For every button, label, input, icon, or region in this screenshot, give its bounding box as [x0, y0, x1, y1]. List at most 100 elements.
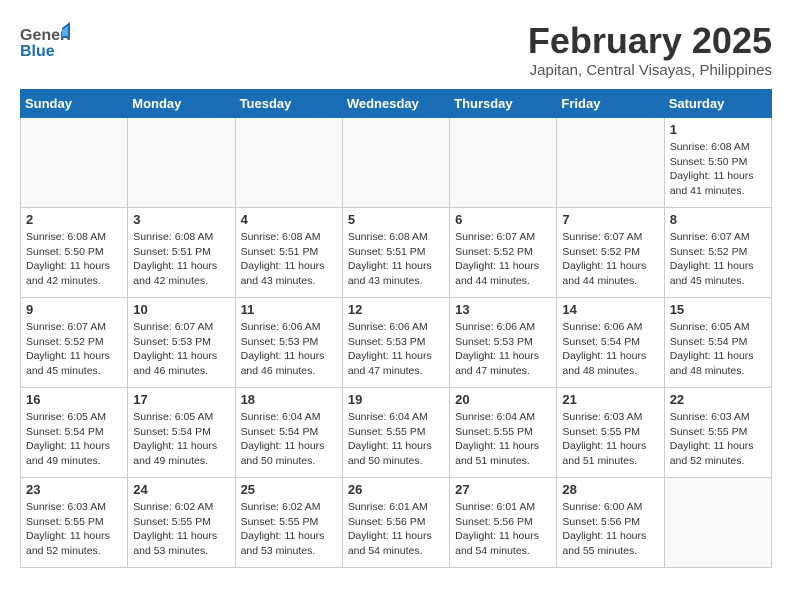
day-number: 6	[455, 212, 551, 227]
location: Japitan, Central Visayas, Philippines	[528, 62, 772, 79]
day-number: 26	[348, 482, 444, 497]
calendar-day-cell	[342, 118, 449, 208]
day-number: 22	[670, 392, 766, 407]
day-number: 14	[562, 302, 658, 317]
day-number: 3	[133, 212, 229, 227]
day-info: Sunrise: 6:06 AM Sunset: 5:53 PM Dayligh…	[348, 320, 444, 379]
calendar-day-cell	[128, 118, 235, 208]
day-info: Sunrise: 6:04 AM Sunset: 5:54 PM Dayligh…	[241, 410, 337, 469]
calendar-day-cell: 18 Sunrise: 6:04 AM Sunset: 5:54 PM Dayli…	[235, 388, 342, 478]
calendar-day-cell: 27 Sunrise: 6:01 AM Sunset: 5:56 PM Dayli…	[450, 478, 557, 568]
calendar-day-cell: 19Sunrise: 6:04 AM Sunset: 5:55 PM Dayli…	[342, 388, 449, 478]
calendar-day-cell: 1 Sunrise: 6:08 AM Sunset: 5:50 PM Daylig…	[664, 118, 771, 208]
day-info: Sunrise: 6:07 AM Sunset: 5:52 PM Dayligh…	[26, 320, 122, 379]
day-number: 9	[26, 302, 122, 317]
day-of-week-header: Thursday	[450, 90, 557, 118]
day-number: 25	[241, 482, 337, 497]
day-number: 1	[670, 122, 766, 137]
month-title: February 2025	[528, 20, 772, 62]
calendar-day-cell: 17 Sunrise: 6:05 AM Sunset: 5:54 PM Dayli…	[128, 388, 235, 478]
day-number: 19	[348, 392, 444, 407]
day-info: Sunrise: 6:07 AM Sunset: 5:52 PM Dayligh…	[670, 230, 766, 289]
day-info: Sunrise: 6:03 AM Sunset: 5:55 PM Dayligh…	[26, 500, 122, 559]
day-info: Sunrise: 6:03 AM Sunset: 5:55 PM Dayligh…	[562, 410, 658, 469]
day-info: Sunrise: 6:05 AM Sunset: 5:54 PM Dayligh…	[670, 320, 766, 379]
logo-icon: General Blue	[20, 20, 70, 60]
calendar-day-cell: 26 Sunrise: 6:01 AM Sunset: 5:56 PM Dayli…	[342, 478, 449, 568]
day-of-week-header: Friday	[557, 90, 664, 118]
day-number: 23	[26, 482, 122, 497]
day-number: 21	[562, 392, 658, 407]
day-info: Sunrise: 6:06 AM Sunset: 5:54 PM Dayligh…	[562, 320, 658, 379]
calendar-day-cell: 12 Sunrise: 6:06 AM Sunset: 5:53 PM Dayli…	[342, 298, 449, 388]
day-of-week-header: Sunday	[21, 90, 128, 118]
day-info: Sunrise: 6:07 AM Sunset: 5:53 PM Dayligh…	[133, 320, 229, 379]
day-number: 20	[455, 392, 551, 407]
day-info: Sunrise: 6:04 AM Sunset: 5:55 PM Dayligh…	[455, 410, 551, 469]
day-number: 15	[670, 302, 766, 317]
calendar-day-cell: 13 Sunrise: 6:06 AM Sunset: 5:53 PM Dayli…	[450, 298, 557, 388]
calendar-table: SundayMondayTuesdayWednesdayThursdayFrid…	[20, 89, 772, 568]
calendar-day-cell	[21, 118, 128, 208]
day-number: 13	[455, 302, 551, 317]
calendar-day-cell: 21 Sunrise: 6:03 AM Sunset: 5:55 PM Dayli…	[557, 388, 664, 478]
day-info: Sunrise: 6:00 AM Sunset: 5:56 PM Dayligh…	[562, 500, 658, 559]
calendar-day-cell: 20 Sunrise: 6:04 AM Sunset: 5:55 PM Dayli…	[450, 388, 557, 478]
calendar-week-row: 2 Sunrise: 6:08 AM Sunset: 5:50 PM Daylig…	[21, 208, 772, 298]
day-number: 10	[133, 302, 229, 317]
svg-text:Blue: Blue	[20, 43, 55, 60]
day-number: 18	[241, 392, 337, 407]
calendar-week-row: 23 Sunrise: 6:03 AM Sunset: 5:55 PM Dayli…	[21, 478, 772, 568]
day-info: Sunrise: 6:08 AM Sunset: 5:51 PM Dayligh…	[133, 230, 229, 289]
title-block: February 2025 Japitan, Central Visayas, …	[528, 20, 772, 79]
logo: General Blue	[20, 20, 70, 60]
day-info: Sunrise: 6:02 AM Sunset: 5:55 PM Dayligh…	[133, 500, 229, 559]
day-info: Sunrise: 6:06 AM Sunset: 5:53 PM Dayligh…	[455, 320, 551, 379]
calendar-day-cell: 4Sunrise: 6:08 AM Sunset: 5:51 PM Daylig…	[235, 208, 342, 298]
day-info: Sunrise: 6:03 AM Sunset: 5:55 PM Dayligh…	[670, 410, 766, 469]
day-number: 2	[26, 212, 122, 227]
day-info: Sunrise: 6:02 AM Sunset: 5:55 PM Dayligh…	[241, 500, 337, 559]
day-info: Sunrise: 6:01 AM Sunset: 5:56 PM Dayligh…	[455, 500, 551, 559]
day-info: Sunrise: 6:08 AM Sunset: 5:50 PM Dayligh…	[670, 140, 766, 199]
day-info: Sunrise: 6:01 AM Sunset: 5:56 PM Dayligh…	[348, 500, 444, 559]
day-number: 27	[455, 482, 551, 497]
calendar-day-cell: 14 Sunrise: 6:06 AM Sunset: 5:54 PM Dayli…	[557, 298, 664, 388]
calendar-day-cell: 9 Sunrise: 6:07 AM Sunset: 5:52 PM Daylig…	[21, 298, 128, 388]
day-number: 24	[133, 482, 229, 497]
day-number: 17	[133, 392, 229, 407]
calendar-day-cell	[235, 118, 342, 208]
day-info: Sunrise: 6:06 AM Sunset: 5:53 PM Dayligh…	[241, 320, 337, 379]
calendar-day-cell: 15 Sunrise: 6:05 AM Sunset: 5:54 PM Dayli…	[664, 298, 771, 388]
day-number: 11	[241, 302, 337, 317]
day-number: 7	[562, 212, 658, 227]
day-of-week-header: Wednesday	[342, 90, 449, 118]
calendar-day-cell: 7 Sunrise: 6:07 AM Sunset: 5:52 PM Daylig…	[557, 208, 664, 298]
day-info: Sunrise: 6:08 AM Sunset: 5:50 PM Dayligh…	[26, 230, 122, 289]
calendar-day-cell: 5 Sunrise: 6:08 AM Sunset: 5:51 PM Daylig…	[342, 208, 449, 298]
day-info: Sunrise: 6:08 AM Sunset: 5:51 PM Dayligh…	[241, 230, 337, 289]
calendar-day-cell: 23 Sunrise: 6:03 AM Sunset: 5:55 PM Dayli…	[21, 478, 128, 568]
day-info: Sunrise: 6:07 AM Sunset: 5:52 PM Dayligh…	[562, 230, 658, 289]
calendar-day-cell: 28 Sunrise: 6:00 AM Sunset: 5:56 PM Dayli…	[557, 478, 664, 568]
page-header: General Blue February 2025 Japitan, Cent…	[20, 20, 772, 79]
day-info: Sunrise: 6:08 AM Sunset: 5:51 PM Dayligh…	[348, 230, 444, 289]
day-number: 28	[562, 482, 658, 497]
calendar-day-cell: 2 Sunrise: 6:08 AM Sunset: 5:50 PM Daylig…	[21, 208, 128, 298]
calendar-day-cell	[450, 118, 557, 208]
calendar-day-cell: 16Sunrise: 6:05 AM Sunset: 5:54 PM Dayli…	[21, 388, 128, 478]
calendar-day-cell: 25 Sunrise: 6:02 AM Sunset: 5:55 PM Dayli…	[235, 478, 342, 568]
day-number: 12	[348, 302, 444, 317]
calendar-day-cell: 8Sunrise: 6:07 AM Sunset: 5:52 PM Daylig…	[664, 208, 771, 298]
calendar-day-cell: 6Sunrise: 6:07 AM Sunset: 5:52 PM Daylig…	[450, 208, 557, 298]
calendar-day-cell: 3 Sunrise: 6:08 AM Sunset: 5:51 PM Daylig…	[128, 208, 235, 298]
day-number: 5	[348, 212, 444, 227]
calendar-week-row: 9 Sunrise: 6:07 AM Sunset: 5:52 PM Daylig…	[21, 298, 772, 388]
day-number: 16	[26, 392, 122, 407]
day-info: Sunrise: 6:05 AM Sunset: 5:54 PM Dayligh…	[133, 410, 229, 469]
calendar-day-cell	[664, 478, 771, 568]
calendar-week-row: 1 Sunrise: 6:08 AM Sunset: 5:50 PM Daylig…	[21, 118, 772, 208]
day-of-week-header: Monday	[128, 90, 235, 118]
day-of-week-header: Saturday	[664, 90, 771, 118]
calendar-day-cell: 22 Sunrise: 6:03 AM Sunset: 5:55 PM Dayli…	[664, 388, 771, 478]
